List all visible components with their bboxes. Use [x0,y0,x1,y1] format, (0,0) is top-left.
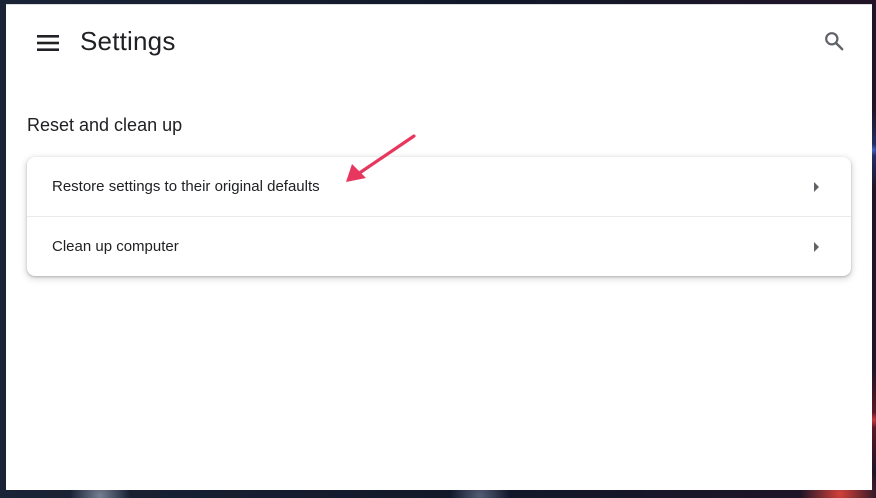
section-title: Reset and clean up [27,115,183,135]
reset-cleanup-card: Restore settings to their original defau… [27,157,851,276]
restore-defaults-label: Restore settings to their original defau… [52,178,320,195]
restore-defaults-row[interactable]: Restore settings to their original defau… [27,157,851,216]
settings-window: Settings Reset and clean up Restore sett… [6,4,872,490]
arrow-right-icon [814,181,819,192]
settings-header: Settings [6,5,872,77]
clean-up-computer-row[interactable]: Clean up computer [27,216,851,276]
arrow-right-icon [814,241,819,252]
main-menu-button[interactable] [28,23,68,63]
hamburger-menu-icon [37,35,59,51]
search-icon [825,32,844,51]
page-title: Settings [80,26,176,56]
clean-up-computer-label: Clean up computer [52,238,179,255]
search-settings-button[interactable] [816,23,852,59]
